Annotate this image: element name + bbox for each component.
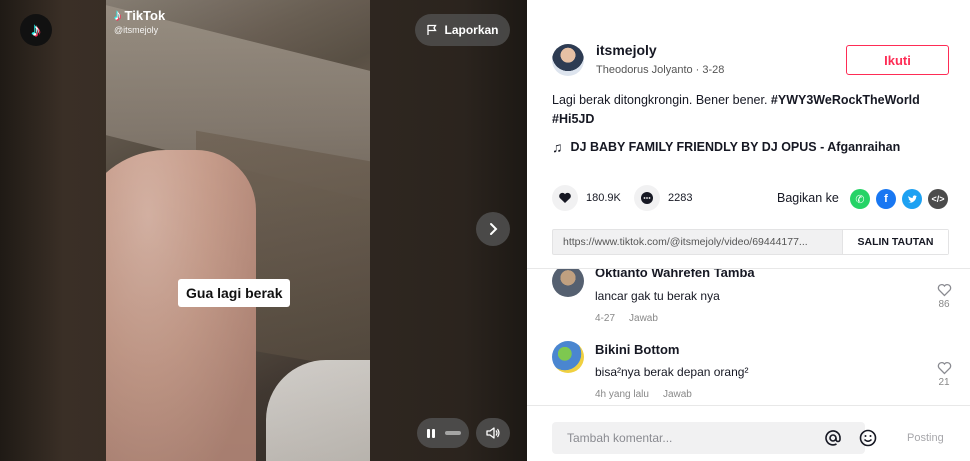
like-count: 180.9K — [586, 192, 621, 204]
commenter-name[interactable]: Oktianto Wahrefen Tamba — [595, 269, 755, 280]
comment-stat[interactable]: 2283 — [634, 185, 692, 211]
comment-text: bisa²nya berak depan orang² — [595, 365, 749, 379]
next-video-button[interactable] — [476, 212, 510, 246]
whatsapp-icon[interactable]: ✆ — [850, 189, 870, 209]
twitter-icon[interactable] — [902, 189, 922, 209]
video-watermark: ♪ TikTok @itsmejoly — [114, 7, 165, 35]
video-url[interactable]: https://www.tiktok.com/@itsmejoly/video/… — [553, 236, 842, 248]
report-label: Laporkan — [444, 23, 499, 37]
chevron-right-icon — [490, 223, 498, 235]
comment-icon[interactable] — [634, 185, 660, 211]
tiktok-note-icon: ♪ — [114, 7, 122, 24]
comment-like[interactable]: 86 — [932, 283, 956, 310]
comment-time: 4h yang lalu — [595, 389, 649, 400]
comment-meta: 4-27 Jawab — [595, 313, 658, 324]
video-link-box: https://www.tiktok.com/@itsmejoly/video/… — [552, 229, 949, 255]
post-comment-button[interactable]: Posting — [907, 432, 944, 444]
description-text: Lagi berak ditongkrongin. Bener bener. — [552, 93, 768, 107]
music-title: DJ BABY FAMILY FRIENDLY BY DJ OPUS - Afg… — [570, 140, 901, 154]
comment-placeholder: Tambah komentar... — [567, 431, 673, 445]
tiktok-logo-icon[interactable]: ♪ — [20, 14, 52, 46]
embed-icon[interactable]: </> — [928, 189, 948, 209]
share-label: Bagikan ke — [777, 191, 839, 205]
heart-icon[interactable] — [552, 185, 578, 211]
hashtag[interactable]: #Hi5JD — [552, 112, 594, 126]
like-stat[interactable]: 180.9K — [552, 185, 621, 211]
video-player[interactable]: ♪ ♪ TikTok @itsmejoly Laporkan Gua lagi b… — [0, 0, 527, 461]
heart-outline-icon[interactable] — [937, 283, 952, 297]
comment-like[interactable]: 21 — [932, 361, 956, 388]
commenter-name[interactable]: Bikini Bottom — [595, 342, 680, 357]
comment-like-count: 86 — [938, 299, 950, 310]
volume-button[interactable] — [476, 418, 510, 448]
author-subline: Theodorus Jolyanto · 3-28 — [596, 64, 725, 76]
comment-list[interactable]: Oktianto Wahrefen Tamba lancar gak tu be… — [527, 268, 970, 405]
report-button[interactable]: Laporkan — [415, 14, 510, 46]
comment-composer: Tambah komentar... Posting — [527, 405, 970, 461]
comment-meta: 4h yang lalu Jawab — [595, 389, 692, 400]
comment-text: lancar gak tu berak nya — [595, 289, 720, 303]
comment-count: 2283 — [668, 192, 693, 204]
playback-control[interactable] — [417, 418, 469, 448]
music-note-icon: ♫ — [552, 139, 563, 155]
tiktok-video-page: ♪ ♪ TikTok @itsmejoly Laporkan Gua lagi b… — [0, 0, 970, 461]
progress-track[interactable] — [445, 431, 461, 435]
author-username[interactable]: itsmejoly — [596, 42, 657, 58]
pause-icon[interactable] — [425, 427, 437, 439]
emoji-icon[interactable] — [859, 429, 877, 447]
heart-outline-icon[interactable] — [937, 361, 952, 375]
facebook-icon[interactable]: f — [876, 189, 896, 209]
commenter-avatar[interactable] — [552, 341, 584, 373]
copy-link-button[interactable]: SALIN TAUTAN — [842, 230, 948, 254]
mention-icon[interactable] — [824, 429, 842, 447]
music-link[interactable]: ♫ DJ BABY FAMILY FRIENDLY BY DJ OPUS - A… — [552, 139, 900, 155]
watermark-handle: @itsmejoly — [114, 25, 159, 35]
video-frame[interactable] — [106, 0, 370, 461]
hashtag[interactable]: #YWY3WeRockTheWorld — [771, 93, 920, 107]
video-caption: Gua lagi berak — [178, 279, 291, 307]
video-description: Lagi berak ditongkrongin. Bener bener. #… — [552, 91, 952, 129]
commenter-avatar[interactable] — [552, 269, 584, 297]
watermark-brand: TikTok — [124, 8, 166, 23]
reply-button[interactable]: Jawab — [629, 313, 658, 324]
comment-time: 4-27 — [595, 313, 616, 324]
author-avatar[interactable] — [552, 44, 584, 76]
flag-icon — [427, 24, 438, 35]
comment-input[interactable]: Tambah komentar... — [552, 422, 877, 454]
reply-button[interactable]: Jawab — [663, 389, 692, 400]
speaker-icon — [486, 427, 500, 439]
comment-like-count: 21 — [938, 377, 950, 388]
follow-button[interactable]: Ikuti — [846, 45, 949, 75]
